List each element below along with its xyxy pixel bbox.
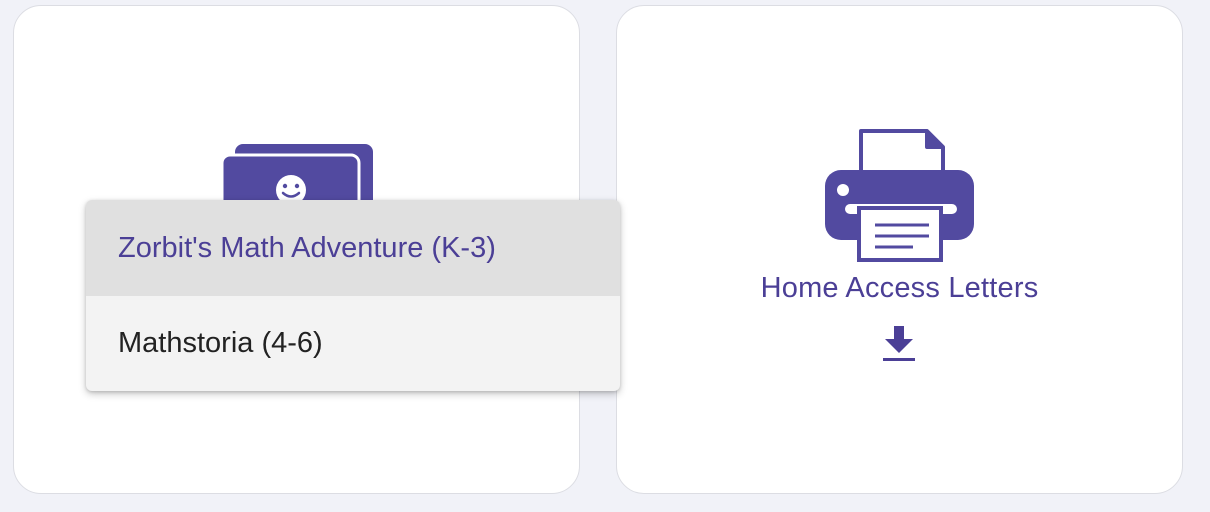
- dropdown-item-zorbits[interactable]: Zorbit's Math Adventure (K-3): [86, 200, 620, 296]
- dropdown-item-label: Mathstoria (4-6): [118, 327, 323, 359]
- dropdown-item-mathstoria[interactable]: Mathstoria (4-6): [86, 296, 620, 391]
- printer-icon: [823, 128, 975, 267]
- program-dropdown-menu: Zorbit's Math Adventure (K-3) Mathstoria…: [86, 200, 620, 391]
- dropdown-item-label: Zorbit's Math Adventure (K-3): [118, 231, 496, 264]
- card-title: Home Access Letters: [760, 272, 1039, 304]
- home-access-letters-card[interactable]: Home Access Letters: [616, 5, 1183, 494]
- download-icon[interactable]: [883, 326, 915, 367]
